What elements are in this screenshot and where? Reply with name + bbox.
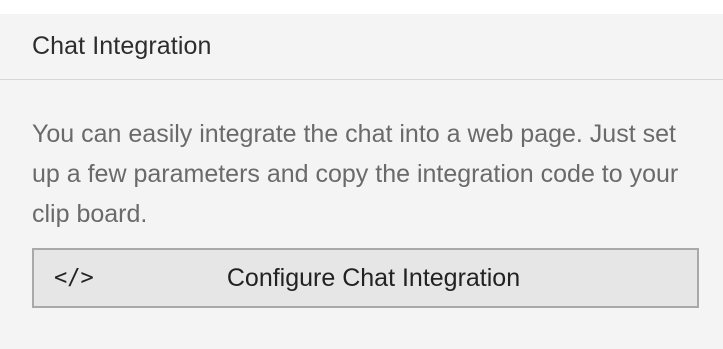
configure-chat-integration-button[interactable]: </> Configure Chat Integration [32,248,699,308]
panel-body: You can easily integrate the chat into a… [0,80,723,308]
panel-header: Chat Integration [0,14,723,80]
panel-title: Chat Integration [32,32,212,60]
chat-integration-panel: Chat Integration You can easily integrat… [0,14,723,349]
button-label: Configure Chat Integration [226,263,521,292]
panel-description: You can easily integrate the chat into a… [32,120,679,228]
